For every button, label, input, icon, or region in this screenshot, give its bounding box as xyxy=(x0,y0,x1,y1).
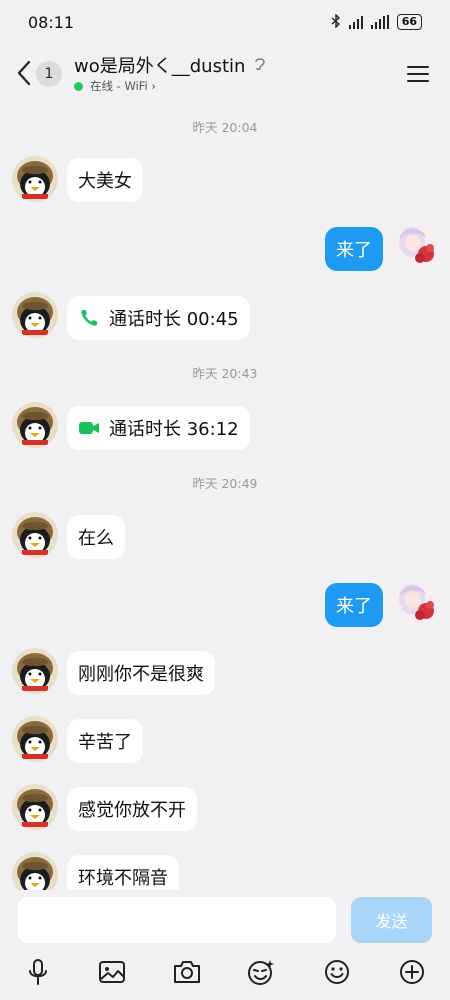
avatar[interactable] xyxy=(12,716,58,762)
signal-icon xyxy=(348,15,363,29)
menu-button[interactable] xyxy=(406,64,430,84)
avatar[interactable] xyxy=(12,648,58,694)
message-bubble[interactable]: 在么 xyxy=(67,515,125,559)
image-icon[interactable] xyxy=(96,956,128,988)
avatar[interactable] xyxy=(12,784,58,830)
chat-header: 1 wo是局外く__dustin 在线 - WiFi › xyxy=(0,44,450,102)
online-status[interactable]: 在线 - WiFi › xyxy=(90,78,156,94)
own-avatar[interactable] xyxy=(392,579,438,625)
message-bubble-own[interactable]: 来了 xyxy=(325,227,383,271)
own-avatar[interactable] xyxy=(392,222,438,268)
emoji-icon[interactable] xyxy=(321,956,353,988)
status-icons: 66 xyxy=(331,12,422,32)
sticker-icon[interactable] xyxy=(245,956,277,988)
clock: 08:11 xyxy=(28,12,75,32)
microphone-icon[interactable] xyxy=(22,956,54,988)
unread-count-badge[interactable]: 1 xyxy=(36,61,62,87)
message-bubble[interactable]: 感觉你放不开 xyxy=(67,787,197,831)
online-dot xyxy=(74,82,83,91)
avatar[interactable] xyxy=(12,156,58,202)
message-bubble[interactable]: 辛苦了 xyxy=(67,719,143,763)
bluetooth-icon xyxy=(331,12,341,32)
message-bubble[interactable]: 大美女 xyxy=(67,158,143,202)
call-record-bubble[interactable]: 通话时长 00:45 xyxy=(67,296,250,340)
camera-icon[interactable] xyxy=(171,956,203,988)
contact-name[interactable]: wo是局外く__dustin xyxy=(74,52,245,78)
chevron-left-icon xyxy=(17,60,31,86)
message-bubble-own[interactable]: 来了 xyxy=(325,583,383,627)
avatar[interactable] xyxy=(12,512,58,558)
plus-icon[interactable] xyxy=(396,956,428,988)
call-duration: 通话时长 00:45 xyxy=(109,309,239,330)
status-bar: 08:11 66 xyxy=(0,0,450,44)
call-record-bubble[interactable]: 通话时长 36:12 xyxy=(67,406,250,450)
message-input[interactable] xyxy=(18,897,336,943)
phone-icon xyxy=(78,307,100,329)
signal-icon-2 xyxy=(370,15,389,29)
hamburger-menu-icon xyxy=(407,66,429,82)
video-icon xyxy=(78,417,100,439)
ear-icon xyxy=(254,56,266,76)
battery-icon: 66 xyxy=(396,14,422,30)
message-bubble[interactable]: 刚刚你不是很爽 xyxy=(67,651,215,695)
avatar[interactable] xyxy=(12,292,58,338)
input-area: 发送 xyxy=(0,890,450,1000)
back-button[interactable] xyxy=(12,58,36,88)
timestamp: 昨天 20:04 xyxy=(192,120,258,135)
avatar[interactable] xyxy=(12,402,58,448)
send-button[interactable]: 发送 xyxy=(351,897,432,943)
timestamp: 昨天 20:43 xyxy=(192,366,258,381)
call-duration: 通话时长 36:12 xyxy=(109,419,239,440)
timestamp: 昨天 20:49 xyxy=(192,476,258,491)
input-toolbar xyxy=(0,950,450,994)
